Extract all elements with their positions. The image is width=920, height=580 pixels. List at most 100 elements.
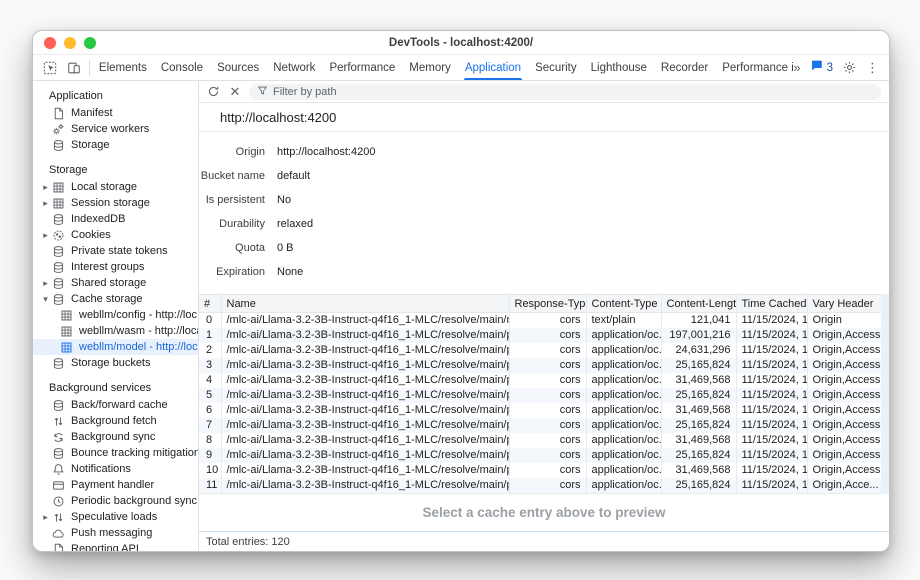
sidebar-item-background-fetch[interactable]: Background fetch — [33, 413, 198, 429]
tab-network[interactable]: Network — [266, 55, 322, 80]
sidebar-item-label: Private state tokens — [71, 245, 168, 257]
table-row[interactable]: 0/mlc-ai/Llama-3.2-3B-Instruct-q4f16_1-M… — [199, 313, 882, 328]
sidebar-item-background-sync[interactable]: Background sync — [33, 429, 198, 445]
column-header-time-cached[interactable]: Time Cached — [736, 295, 807, 313]
table-scrollbar[interactable] — [881, 294, 889, 494]
table-row[interactable]: 10/mlc-ai/Llama-3.2-3B-Instruct-q4f16_1-… — [199, 463, 882, 478]
preview-hint-text: Select a cache entry above to preview — [422, 505, 665, 520]
cell-response_type: cors — [509, 448, 586, 463]
cell-content_type: application/oc... — [586, 328, 661, 343]
device-toolbar-icon[interactable] — [65, 59, 83, 77]
database-icon — [52, 245, 65, 258]
sidebar-item-notifications[interactable]: Notifications — [33, 461, 198, 477]
sidebar-item-payment-handler[interactable]: Payment handler — [33, 477, 198, 493]
table-row[interactable]: 11/mlc-ai/Llama-3.2-3B-Instruct-q4f16_1-… — [199, 478, 882, 494]
sidebar-item-label: webllm/wasm - http://loca... — [79, 325, 198, 337]
sidebar-item-label: webllm/model - http://loc... — [79, 341, 198, 353]
sidebar-item-cache-storage[interactable]: ▾Cache storage — [33, 291, 198, 307]
sidebar-item-storage[interactable]: Storage — [33, 137, 198, 153]
tab-performance[interactable]: Performance — [322, 55, 402, 80]
table-row[interactable]: 3/mlc-ai/Llama-3.2-3B-Instruct-q4f16_1-M… — [199, 358, 882, 373]
chevron-right-icon[interactable]: ▸ — [39, 278, 52, 289]
sidebar-item-label: Manifest — [71, 107, 113, 119]
chevron-down-icon[interactable]: ▾ — [39, 294, 52, 305]
table-row[interactable]: 5/mlc-ai/Llama-3.2-3B-Instruct-q4f16_1-M… — [199, 388, 882, 403]
cloud-icon — [52, 527, 65, 540]
sidebar-item-back-forward-cache[interactable]: Back/forward cache — [33, 397, 198, 413]
tab-console[interactable]: Console — [154, 55, 210, 80]
tab-security[interactable]: Security — [528, 55, 584, 80]
sidebar-item-reporting-api[interactable]: Reporting API — [33, 541, 198, 551]
sidebar-item-indexeddb[interactable]: IndexedDB — [33, 211, 198, 227]
sidebar-item-service-workers[interactable]: Service workers — [33, 121, 198, 137]
table-row[interactable]: 6/mlc-ai/Llama-3.2-3B-Instruct-q4f16_1-M… — [199, 403, 882, 418]
refresh-icon[interactable] — [205, 84, 221, 100]
tab-performance-insights[interactable]: Performance insights — [715, 55, 793, 80]
sidebar-item-interest-groups[interactable]: Interest groups — [33, 259, 198, 275]
sidebar-item-webllm-wasm-http-loca[interactable]: webllm/wasm - http://loca... — [33, 323, 198, 339]
sidebar-item-periodic-background-sync[interactable]: Periodic background sync — [33, 493, 198, 509]
cell-content_type: application/oc... — [586, 403, 661, 418]
tab-label: Performance — [329, 62, 395, 74]
table-row[interactable]: 1/mlc-ai/Llama-3.2-3B-Instruct-q4f16_1-M… — [199, 328, 882, 343]
cell-time_cached: 11/15/2024, 10... — [736, 358, 807, 373]
tab-lighthouse[interactable]: Lighthouse — [584, 55, 654, 80]
title-bar: DevTools - localhost:4200/ — [33, 31, 889, 55]
cell-content_type: application/oc... — [586, 418, 661, 433]
cell-content_length: 121,041 — [661, 313, 736, 328]
sidebar-item-storage-buckets[interactable]: Storage buckets — [33, 355, 198, 371]
column-header-[interactable]: # — [199, 295, 221, 313]
chevron-right-icon[interactable]: ▸ — [39, 182, 52, 193]
toolbar-divider — [89, 60, 90, 76]
tab-recorder[interactable]: Recorder — [654, 55, 715, 80]
tab-memory[interactable]: Memory — [402, 55, 458, 80]
inspect-element-icon[interactable] — [41, 59, 59, 77]
table-row[interactable]: 2/mlc-ai/Llama-3.2-3B-Instruct-q4f16_1-M… — [199, 343, 882, 358]
kebab-menu-icon[interactable]: ⋮ — [866, 60, 879, 76]
sidebar-item-local-storage[interactable]: ▸Local storage — [33, 179, 198, 195]
chevron-right-icon[interactable]: ▸ — [39, 198, 52, 209]
devtools-tab-bar: ElementsConsoleSourcesNetwork Performance… — [33, 55, 889, 81]
sidebar-item-cookies[interactable]: ▸Cookies — [33, 227, 198, 243]
cell-num: 9 — [199, 448, 221, 463]
console-messages-button[interactable]: 3 — [810, 59, 833, 77]
column-header-name[interactable]: Name — [221, 295, 509, 313]
chevron-right-icon[interactable]: ▸ — [39, 230, 52, 241]
devtools-body: ApplicationManifestService workersStorag… — [33, 81, 889, 551]
table-row[interactable]: 8/mlc-ai/Llama-3.2-3B-Instruct-q4f16_1-M… — [199, 433, 882, 448]
cell-content_type: application/oc... — [586, 358, 661, 373]
delete-selected-icon[interactable]: ✕ — [227, 84, 243, 100]
column-header-content-length[interactable]: Content-Length — [661, 295, 736, 313]
column-header-content-type[interactable]: Content-Type — [586, 295, 661, 313]
cell-name: /mlc-ai/Llama-3.2-3B-Instruct-q4f16_1-ML… — [221, 343, 509, 358]
sidebar-item-shared-storage[interactable]: ▸Shared storage — [33, 275, 198, 291]
cell-name: /mlc-ai/Llama-3.2-3B-Instruct-q4f16_1-ML… — [221, 433, 509, 448]
settings-gear-icon[interactable] — [842, 60, 857, 75]
filter-input[interactable] — [273, 86, 873, 98]
column-header-response-type[interactable]: Response-Type — [509, 295, 586, 313]
sidebar-item-bounce-tracking-mitigations[interactable]: Bounce tracking mitigations — [33, 445, 198, 461]
tab-application[interactable]: Application — [458, 55, 528, 80]
table-row[interactable]: 4/mlc-ai/Llama-3.2-3B-Instruct-q4f16_1-M… — [199, 373, 882, 388]
chevron-right-icon[interactable]: ▸ — [39, 512, 52, 523]
cell-time_cached: 11/15/2024, 10... — [736, 433, 807, 448]
cell-vary: Origin,Acce... — [807, 478, 882, 494]
cell-content_length: 31,469,568 — [661, 433, 736, 448]
more-tabs-icon[interactable]: » — [793, 60, 800, 75]
sidebar-item-manifest[interactable]: Manifest — [33, 105, 198, 121]
tab-sources[interactable]: Sources — [210, 55, 266, 80]
cell-content_length: 25,165,824 — [661, 448, 736, 463]
filter-box[interactable] — [249, 84, 881, 100]
tab-elements[interactable]: Elements — [92, 55, 154, 80]
column-header-vary-header[interactable]: Vary Header — [807, 295, 882, 313]
sidebar-item-session-storage[interactable]: ▸Session storage — [33, 195, 198, 211]
table-row[interactable]: 7/mlc-ai/Llama-3.2-3B-Instruct-q4f16_1-M… — [199, 418, 882, 433]
sidebar-item-private-state-tokens[interactable]: Private state tokens — [33, 243, 198, 259]
cell-name: /mlc-ai/Llama-3.2-3B-Instruct-q4f16_1-ML… — [221, 358, 509, 373]
sidebar-item-speculative-loads[interactable]: ▸Speculative loads — [33, 509, 198, 525]
sidebar-item-webllm-model-http-loc[interactable]: webllm/model - http://loc... — [33, 339, 198, 355]
sidebar-item-webllm-config-http-loc[interactable]: webllm/config - http://loc... — [33, 307, 198, 323]
cell-content_length: 31,469,568 — [661, 463, 736, 478]
table-row[interactable]: 9/mlc-ai/Llama-3.2-3B-Instruct-q4f16_1-M… — [199, 448, 882, 463]
sidebar-item-push-messaging[interactable]: Push messaging — [33, 525, 198, 541]
